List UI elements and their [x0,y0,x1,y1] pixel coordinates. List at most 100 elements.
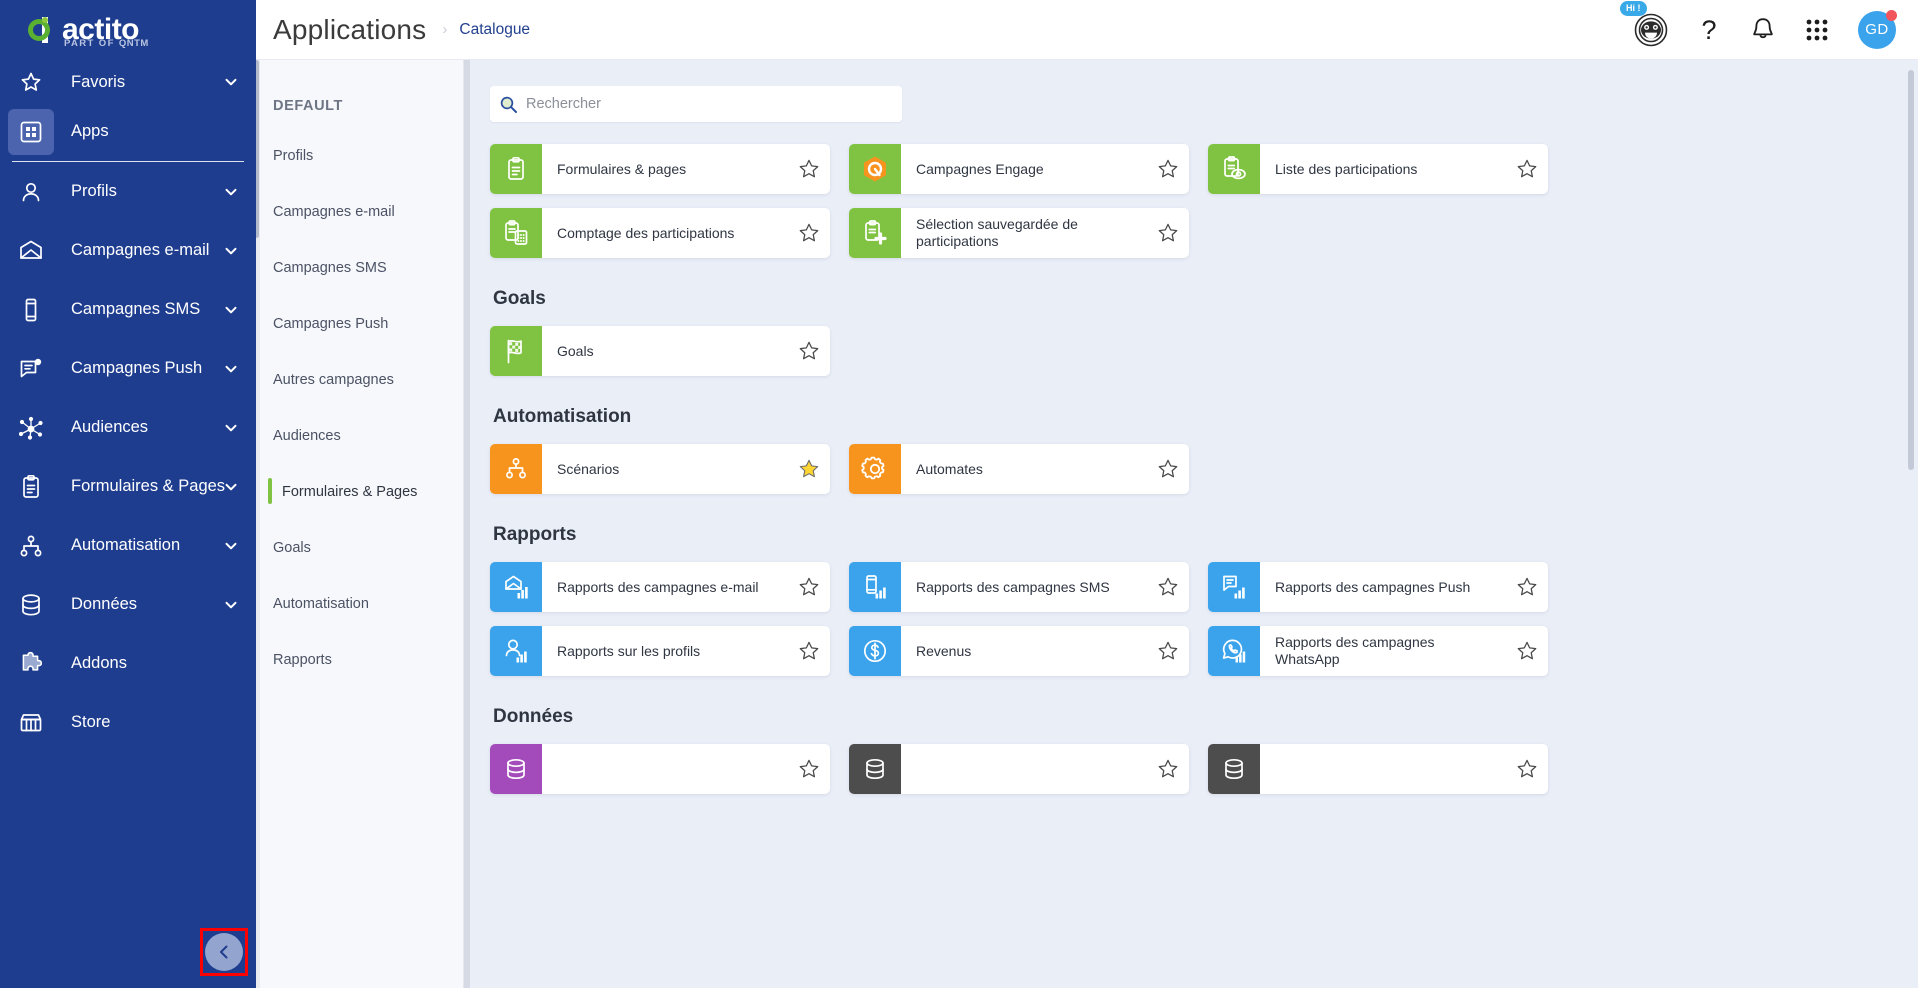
app-card-app[interactable] [849,744,1189,794]
sidebar-item-label: Données [71,595,138,613]
sidebar-item-addons[interactable]: Addons [0,634,256,693]
app-card-rapports-des-campagnes-sms[interactable]: Rapports des campagnes SMS [849,562,1189,612]
star-outline-icon [799,759,819,778]
email-chart-icon [490,562,542,612]
favorite-toggle[interactable] [1147,144,1189,194]
favorite-toggle[interactable] [788,208,830,258]
app-card-formulaires-pages[interactable]: Formulaires & pages [490,144,830,194]
app-sections: Formulaires & pages Campagnes Engage Liste… [490,144,1884,794]
app-card-app[interactable] [490,744,830,794]
chevron-down-icon[interactable] [224,421,238,435]
favorite-toggle[interactable] [788,626,830,676]
catalogue-item-campagnes-push[interactable]: Campagnes Push [256,296,463,352]
sidebar-item-label: Favoris [71,72,126,91]
catalogue-item-label: Rapports [273,652,332,668]
app-card-automates[interactable]: Automates [849,444,1189,494]
app-card-label: Comptage des participations [557,224,735,241]
main-scrollbar-track[interactable] [1908,70,1914,786]
app-card-app[interactable] [1208,744,1548,794]
gear-icon [849,444,901,494]
sidebar-item-donn-es[interactable]: Données [0,575,256,634]
chevron-down-icon[interactable] [224,362,238,376]
chevron-down-icon [225,247,237,254]
app-card-comptage-des-participations[interactable]: Comptage des participations [490,208,830,258]
favorite-toggle[interactable] [788,444,830,494]
sidebar-item-store[interactable]: Store [0,693,256,752]
search-input[interactable] [526,96,892,112]
catalogue-item-formulaires-pages[interactable]: Formulaires & Pages [256,464,463,520]
catalogue-item-audiences[interactable]: Audiences [256,408,463,464]
favorite-toggle[interactable] [1147,626,1189,676]
catalogue-item-label: Automatisation [273,596,369,612]
app-card-sc-narios[interactable]: Scénarios [490,444,830,494]
catalogue-item-campagnes-sms[interactable]: Campagnes SMS [256,240,463,296]
sitemap-icon [490,444,542,494]
nav-list: Favoris Apps Profils Campagnes e-mail Campag… [0,62,256,752]
brand-logo[interactable]: actito PART OF QNTM [0,0,256,60]
sidebar-item-campagnes-sms[interactable]: Campagnes SMS [0,280,256,339]
sidebar-item-automatisation[interactable]: Automatisation [0,516,256,575]
breadcrumb-catalogue-link[interactable]: Catalogue [459,21,530,39]
chevron-down-icon[interactable] [224,244,238,258]
app-card-rapports-sur-les-profils[interactable]: Rapports sur les profils [490,626,830,676]
mobile-icon [8,287,54,333]
chevron-down-icon[interactable] [224,598,238,612]
sidebar-item-formulaires-pages[interactable]: Formulaires & Pages [0,457,256,516]
chevron-down-icon[interactable] [224,303,238,317]
catalogue-item-campagnes-e-mail[interactable]: Campagnes e-mail [256,184,463,240]
sidebar-item-audiences[interactable]: Audiences [0,398,256,457]
chevron-down-icon[interactable] [224,480,238,494]
app-card-goals[interactable]: Goals [490,326,830,376]
search-box[interactable] [490,86,902,122]
chevron-down-icon[interactable] [224,75,238,89]
breadcrumb-separator: › [442,21,448,38]
favorite-toggle[interactable] [788,326,830,376]
favorite-toggle[interactable] [788,744,830,794]
app-card-s-lection-sauvegard-e-de-participations[interactable]: Sélection sauvegardée de participations [849,208,1189,258]
favorite-toggle[interactable] [1147,444,1189,494]
main-scrollbar-thumb[interactable] [1908,70,1914,470]
catalogue-item-autres-campagnes[interactable]: Autres campagnes [256,352,463,408]
chevron-down-icon[interactable] [224,185,238,199]
app-card-label [1260,744,1506,794]
sidebar-item-campagnes-e-mail[interactable]: Campagnes e-mail [0,221,256,280]
app-card-rapports-des-campagnes-push[interactable]: Rapports des campagnes Push [1208,562,1548,612]
app-switcher-button[interactable] [1804,17,1830,43]
app-card-liste-des-participations[interactable]: Liste des participations [1208,144,1548,194]
sidebar-item-apps[interactable]: Apps [0,102,256,161]
avatar-alert-dot [1886,9,1897,21]
dollar-circle-icon [849,626,901,676]
app-card-revenus[interactable]: Revenus [849,626,1189,676]
favorite-toggle[interactable] [1506,626,1548,676]
app-card-campagnes-engage[interactable]: Campagnes Engage [849,144,1189,194]
sidebar-item-campagnes-push[interactable]: Campagnes Push [0,339,256,398]
favorite-toggle[interactable] [1147,208,1189,258]
catalogue-item-rapports[interactable]: Rapports [256,632,463,688]
catalogue-item-profils[interactable]: Profils [256,128,463,184]
favorite-toggle[interactable] [1147,744,1189,794]
panel-left-edge [464,60,470,988]
favorite-toggle[interactable] [1147,562,1189,612]
favorite-toggle[interactable] [788,144,830,194]
favorite-toggle[interactable] [1506,744,1548,794]
catalogue-item-automatisation[interactable]: Automatisation [256,576,463,632]
chatbot-face-icon [1634,13,1668,46]
puzzle-icon [8,641,54,687]
catalogue-item-goals[interactable]: Goals [256,520,463,576]
sidebar-item-label: Apps [71,122,109,140]
collapse-sidebar-button[interactable] [205,933,243,971]
sidebar-item-profils[interactable]: Profils [0,162,256,221]
help-button[interactable]: ? [1696,15,1722,45]
app-card-rapports-des-campagnes-e-mail[interactable]: Rapports des campagnes e-mail [490,562,830,612]
chevron-down-icon[interactable] [224,539,238,553]
chevron-down-icon [225,483,237,490]
chevron-down-icon [225,365,237,372]
notifications-button[interactable] [1750,16,1776,44]
app-card-rapports-des-campagnes-whatsapp[interactable]: Rapports des campagnes WhatsApp [1208,626,1548,676]
favorite-toggle[interactable] [788,562,830,612]
sidebar-item-favoris[interactable]: Favoris [0,62,256,102]
favorite-toggle[interactable] [1506,562,1548,612]
favorite-toggle[interactable] [1506,144,1548,194]
assistant-button[interactable]: Hi ! [1620,0,1668,47]
user-avatar[interactable]: GD [1858,9,1897,49]
